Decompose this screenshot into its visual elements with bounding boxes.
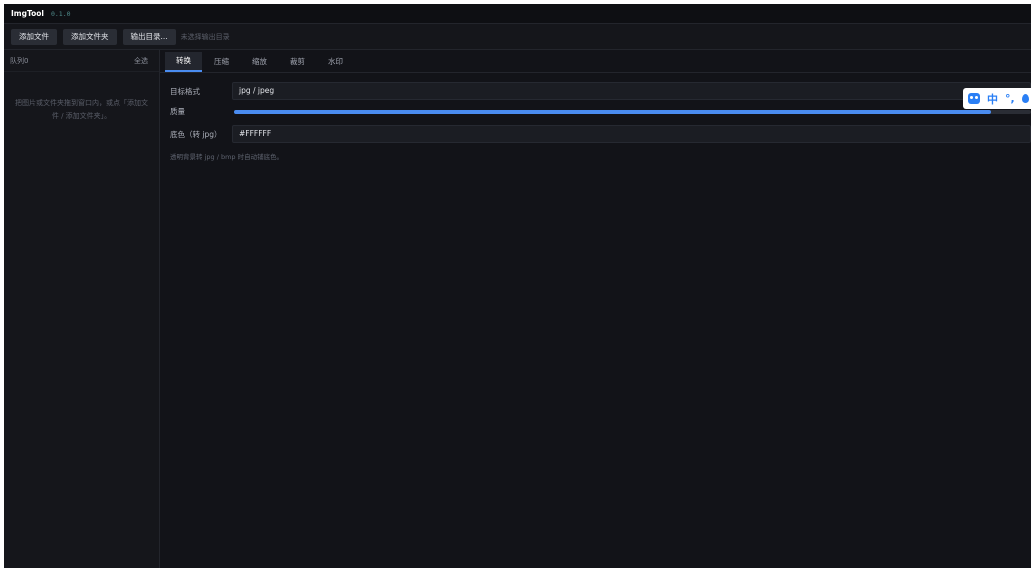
quality-slider[interactable] — [234, 109, 1031, 114]
add-file-button[interactable]: 添加文件 — [11, 28, 57, 45]
background-color-input[interactable]: #FFFFFF — [232, 125, 1031, 143]
punctuation-icon[interactable]: °, — [1005, 92, 1015, 105]
output-dir-button[interactable]: 输出目录... — [122, 28, 176, 45]
tab-convert[interactable]: 转换 — [165, 52, 202, 72]
format-select[interactable]: jpg / jpeg — [232, 82, 1031, 100]
skin-icon[interactable] — [1021, 94, 1029, 103]
add-folder-button[interactable]: 添加文件夹 — [63, 28, 117, 45]
app-window: ImgTool 0.1.0 添加文件 添加文件夹 输出目录... 未选择输出目录… — [4, 4, 1031, 568]
output-dir-status: 未选择输出目录 — [180, 32, 230, 41]
title-bar: ImgTool 0.1.0 — [4, 4, 1031, 24]
format-row: 目标格式 jpg / jpeg — [170, 82, 1031, 100]
select-all-button[interactable]: 全选 — [134, 56, 148, 66]
quality-slider-fill — [234, 109, 992, 114]
transparency-hint: 透明背景转 jpg / bmp 时自动铺底色。 — [170, 153, 284, 161]
format-label: 目标格式 — [170, 86, 200, 96]
queue-empty-hint: 把图片或文件夹拖到窗口内，或点「添加文件 / 添加文件夹」。 — [15, 99, 148, 120]
app-name: ImgTool — [11, 9, 44, 18]
content-area: 队列0 全选 把图片或文件夹拖到窗口内，或点「添加文件 / 添加文件夹」。 转换… — [4, 50, 1031, 568]
quality-label: 质量 — [170, 107, 185, 116]
tab-compress[interactable]: 压缩 — [203, 52, 240, 72]
ime-toolbar: 中 °, — [963, 88, 1031, 109]
background-row: 底色（转 jpg） #FFFFFF — [170, 125, 1031, 143]
app-version: 0.1.0 — [50, 9, 71, 18]
ime-mode-indicator[interactable]: 中 — [987, 91, 998, 107]
toolbar: 添加文件 添加文件夹 输出目录... 未选择输出目录 — [4, 24, 1031, 50]
tab-crop[interactable]: 裁剪 — [279, 52, 316, 72]
tab-resize[interactable]: 缩放 — [241, 52, 278, 72]
queue-sidebar: 队列0 全选 把图片或文件夹拖到窗口内，或点「添加文件 / 添加文件夹」。 — [4, 50, 160, 568]
settings-panel: 转换 压缩 缩放 裁剪 水印 目标格式 jpg / jpeg 质量 底色（转 j… — [160, 50, 1031, 568]
queue-header: 队列0 全选 — [4, 50, 159, 72]
tab-bar: 转换 压缩 缩放 裁剪 水印 — [160, 50, 1031, 73]
background-label: 底色（转 jpg） — [170, 129, 222, 139]
ime-logo-icon[interactable] — [968, 93, 980, 104]
queue-label: 队列0 — [10, 56, 29, 65]
tab-watermark[interactable]: 水印 — [317, 52, 354, 72]
quality-row: 质量 — [170, 106, 1031, 117]
